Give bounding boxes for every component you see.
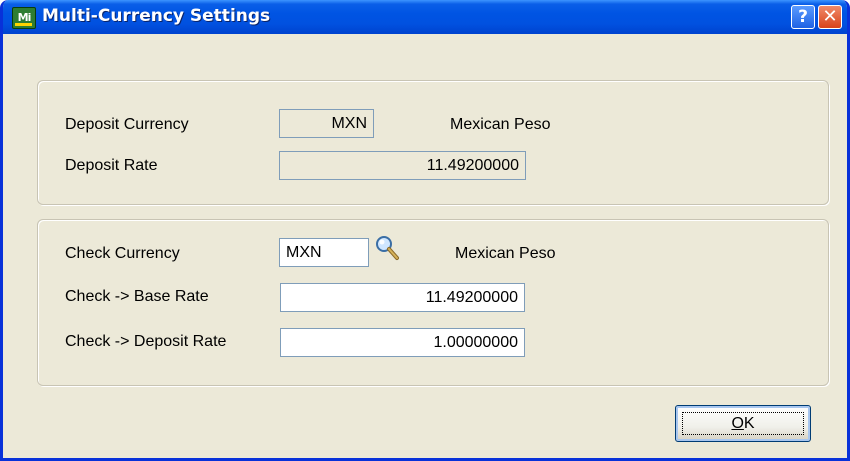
check-deposit-rate-input[interactable]: 1.00000000 [280,328,525,357]
check-base-rate-label: Check -> Base Rate [65,288,209,305]
lookup-magnifier-icon[interactable] [374,234,400,262]
dialog-window: Mi Multi-Currency Settings ? ✕ Deposit C… [0,0,850,461]
app-icon: Mi [12,7,36,29]
ok-button[interactable]: OK [675,405,811,442]
deposit-rate-label: Deposit Rate [65,157,158,174]
deposit-currency-field: MXN [279,109,374,138]
help-button[interactable]: ? [791,5,815,29]
check-base-rate-input[interactable]: 11.49200000 [280,283,525,312]
deposit-currency-label: Deposit Currency [65,116,189,133]
title-bar[interactable]: Mi Multi-Currency Settings ? ✕ [3,0,847,34]
check-currency-label: Check Currency [65,245,180,262]
check-deposit-rate-label: Check -> Deposit Rate [65,333,227,350]
close-button[interactable]: ✕ [818,5,842,29]
deposit-groupbox [37,80,829,205]
deposit-currency-name: Mexican Peso [450,116,551,133]
deposit-rate-field: 11.49200000 [279,151,526,180]
check-currency-name: Mexican Peso [455,245,556,262]
check-currency-input[interactable]: MXN [279,238,369,267]
window-title: Multi-Currency Settings [42,6,271,26]
